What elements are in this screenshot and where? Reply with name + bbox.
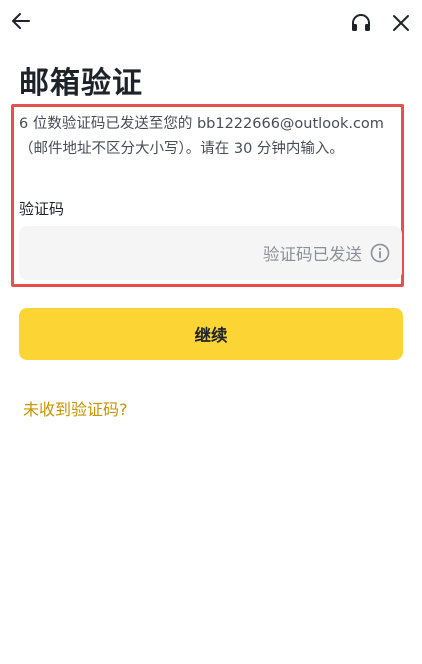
info-circle-icon[interactable]	[370, 243, 390, 263]
description-line-2: （邮件地址不区分大小写）。请在 30 分钟内输入。	[19, 141, 344, 157]
close-button[interactable]	[386, 8, 416, 38]
arrow-left-icon	[12, 13, 30, 29]
continue-button[interactable]: 继续	[19, 308, 403, 360]
back-button[interactable]	[6, 6, 36, 36]
resend-code-link[interactable]: 未收到验证码?	[23, 396, 128, 420]
close-icon	[393, 15, 409, 31]
page-title: 邮箱验证	[19, 66, 143, 101]
headset-icon	[352, 14, 370, 31]
top-bar	[0, 0, 422, 46]
description-line-1: 6 位数验证码已发送至您的 bb1222666@outlook.com	[19, 116, 384, 132]
support-button[interactable]	[346, 8, 376, 38]
email-verification-page: 邮箱验证 6 位数验证码已发送至您的 bb1222666@outlook.com…	[0, 0, 422, 664]
code-field-label: 验证码	[19, 200, 65, 218]
code-input-container: 验证码已发送	[19, 226, 402, 280]
verification-code-input[interactable]	[19, 226, 263, 280]
code-sent-status: 验证码已发送	[263, 245, 362, 264]
verification-description: 6 位数验证码已发送至您的 bb1222666@outlook.com （邮件地…	[19, 112, 399, 162]
